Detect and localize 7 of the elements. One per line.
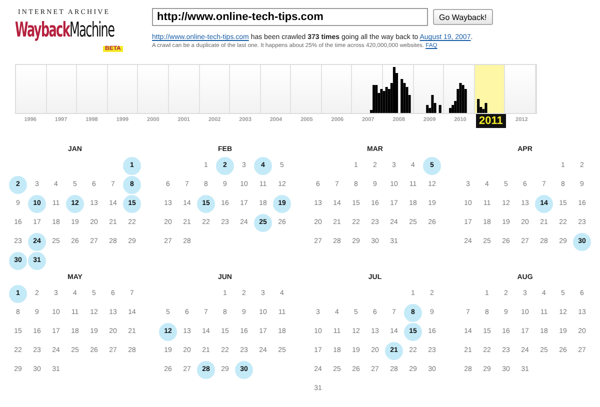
go-wayback-button[interactable]: Go Wayback! <box>433 9 493 25</box>
logo-word: Wayback <box>15 18 70 42</box>
selected-year-column[interactable] <box>474 65 506 113</box>
crawl-histogram[interactable] <box>15 64 537 114</box>
url-field[interactable]: http://www.online-tech-tips.com <box>152 8 428 26</box>
logo-word: Machine <box>70 18 114 42</box>
year-label[interactable]: 2011 <box>476 114 506 128</box>
